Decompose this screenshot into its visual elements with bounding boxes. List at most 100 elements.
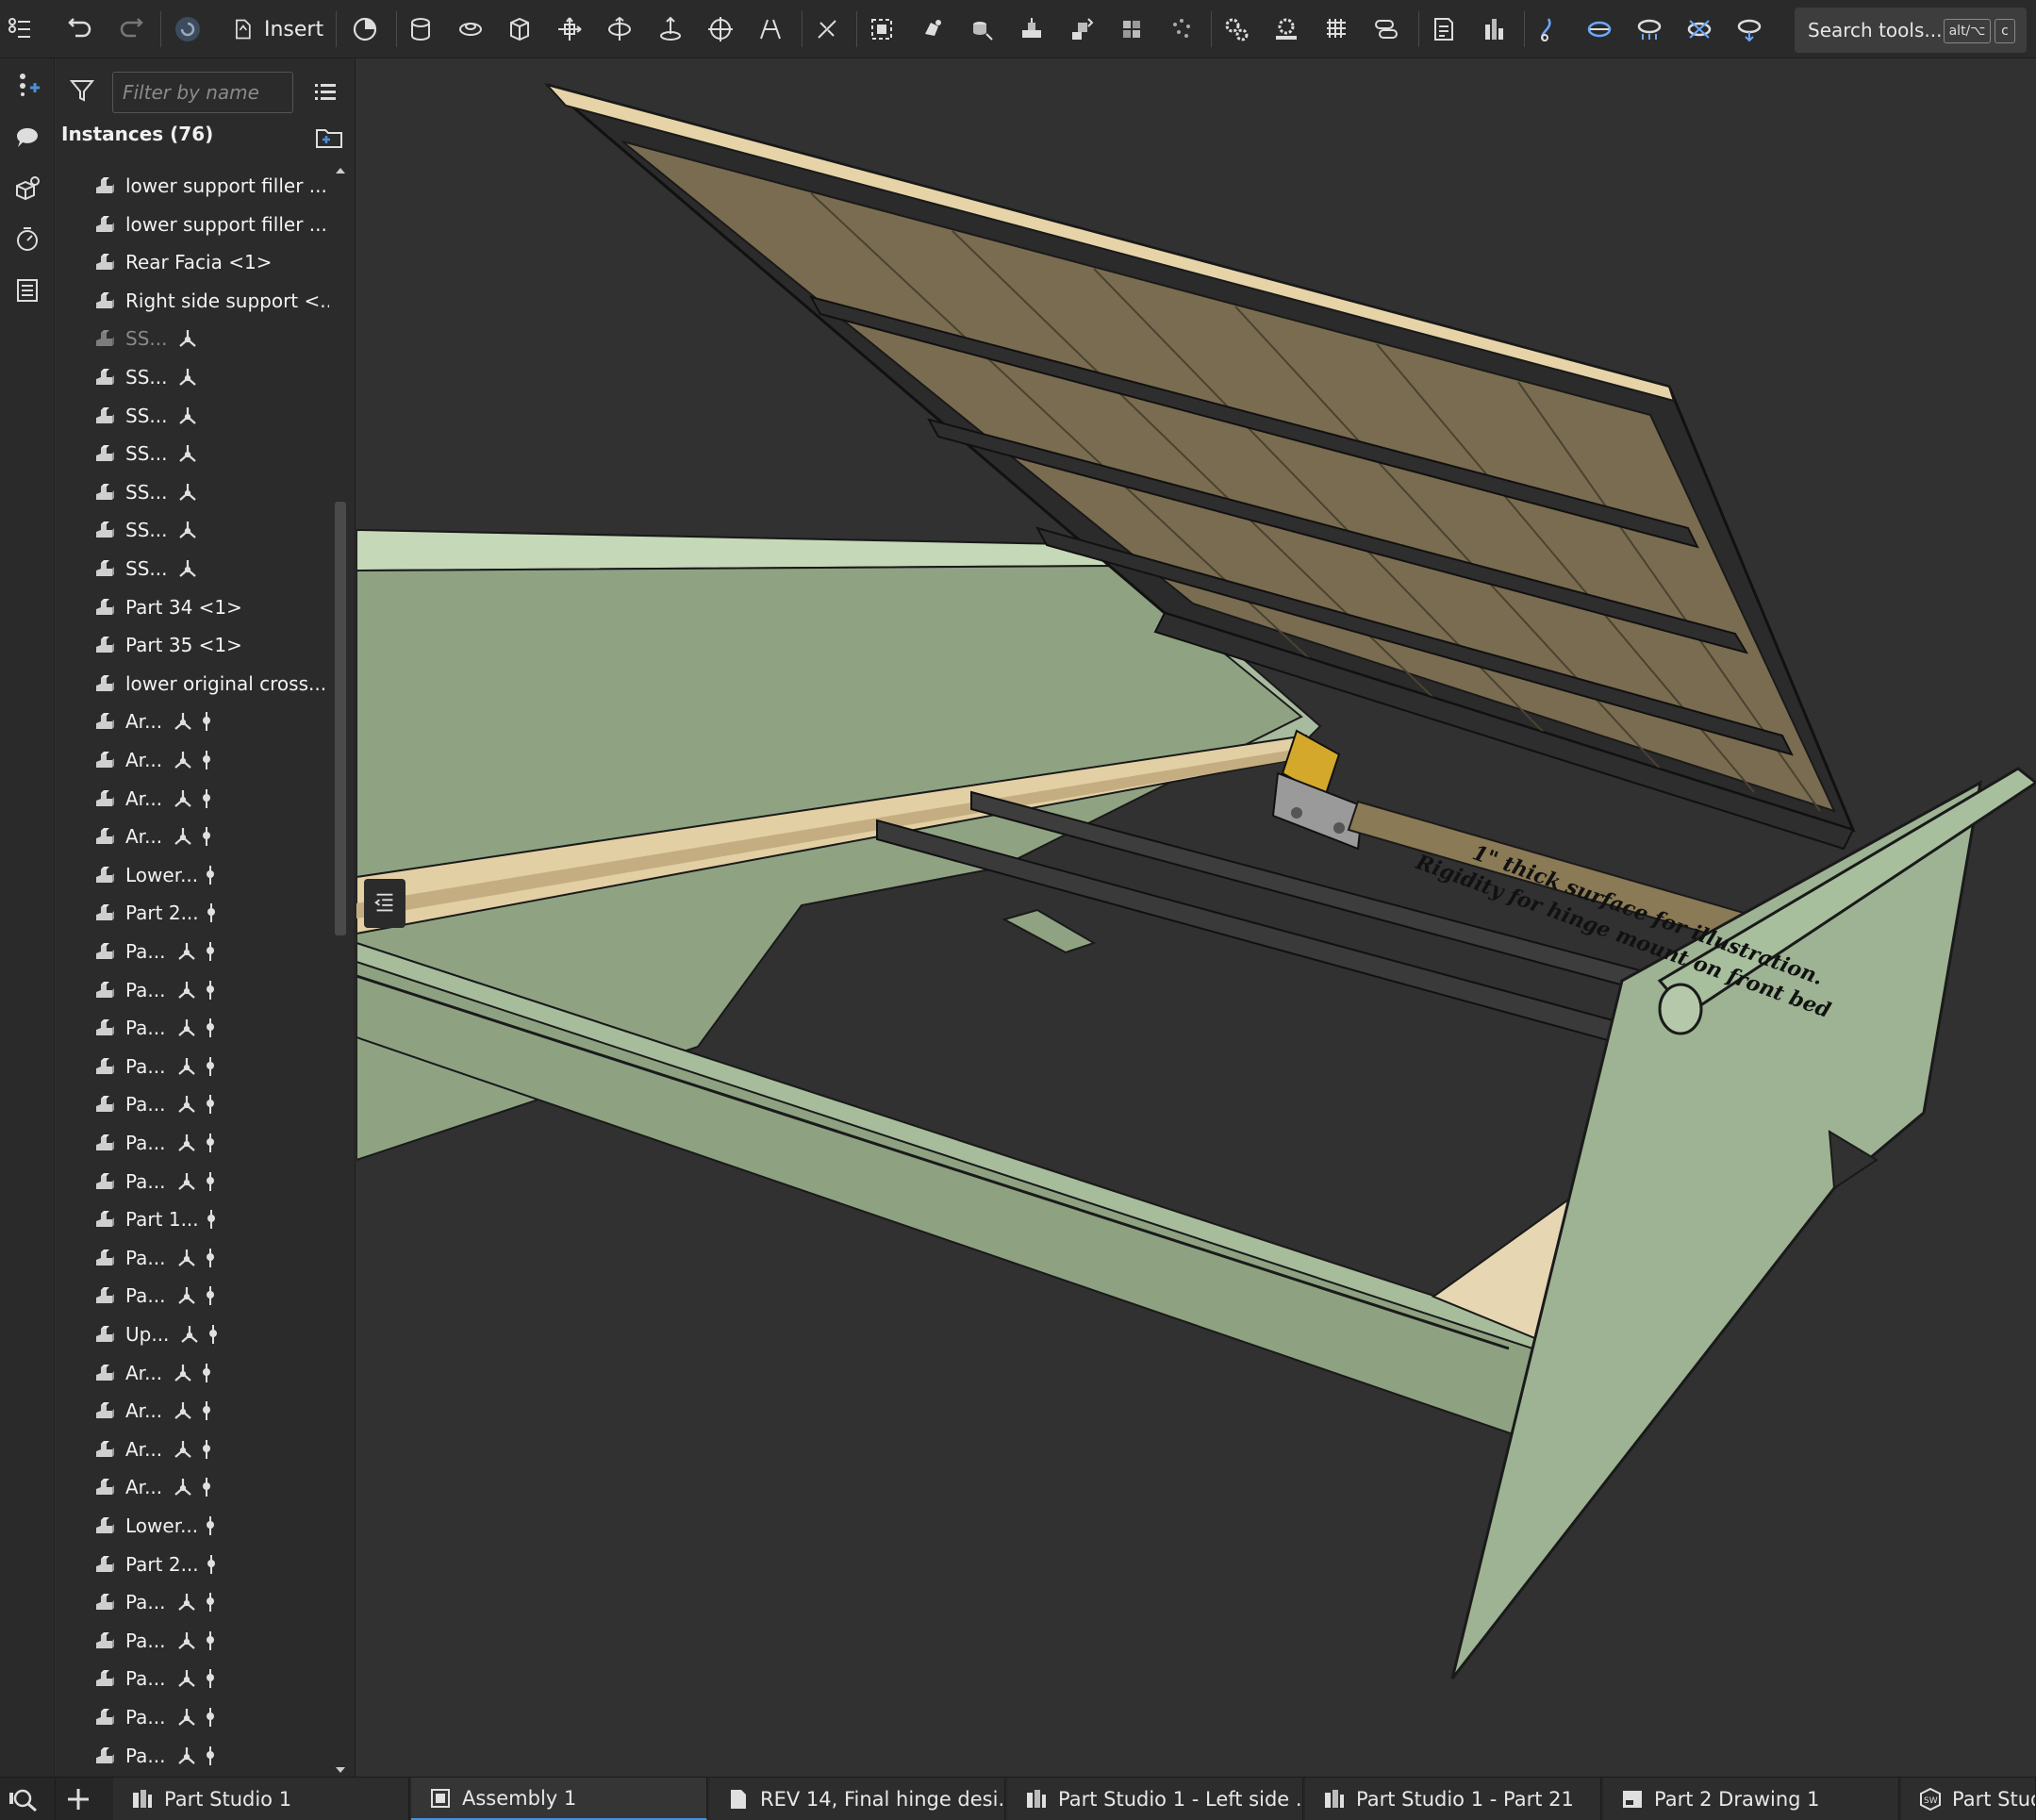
rack-pinion-icon[interactable] bbox=[1266, 9, 1306, 49]
instance-row[interactable]: SS... bbox=[93, 474, 329, 510]
instance-row[interactable]: Ar... bbox=[93, 781, 329, 817]
gear-relation-icon[interactable] bbox=[1217, 9, 1256, 49]
redo-icon[interactable] bbox=[111, 9, 151, 49]
pin-slot-mate-icon[interactable] bbox=[651, 9, 690, 49]
instance-row[interactable]: Ar... bbox=[93, 1469, 329, 1505]
search-tabs-icon[interactable] bbox=[8, 1785, 41, 1813]
instance-row[interactable]: SS... bbox=[93, 398, 329, 434]
visibility-icon[interactable] bbox=[1730, 9, 1769, 49]
instance-row[interactable]: SS... bbox=[93, 436, 329, 472]
instance-row[interactable]: SS... bbox=[93, 359, 329, 395]
mate-connector-icon[interactable] bbox=[1162, 9, 1201, 49]
loop-display-icon[interactable] bbox=[1630, 9, 1669, 49]
curve-icon[interactable] bbox=[1530, 9, 1569, 49]
regenerate-icon[interactable] bbox=[168, 9, 207, 49]
interference-icon[interactable] bbox=[1680, 9, 1719, 49]
linear-relation-icon[interactable] bbox=[1366, 9, 1406, 49]
scroll-down-arrow[interactable] bbox=[336, 1767, 345, 1773]
comments-icon[interactable] bbox=[8, 119, 46, 157]
scroll-thumb[interactable] bbox=[335, 502, 346, 935]
instance-row[interactable]: Right side support <... bbox=[93, 283, 329, 319]
ball-mate-icon[interactable] bbox=[701, 9, 740, 49]
add-tab-icon[interactable] bbox=[64, 1785, 92, 1813]
instance-row[interactable]: Pa... bbox=[93, 1010, 329, 1046]
instance-row[interactable]: Lower... bbox=[93, 1508, 329, 1544]
list-view-icon[interactable] bbox=[312, 79, 339, 106]
instance-row[interactable]: Pa... bbox=[93, 1164, 329, 1200]
instance-row[interactable]: Ar... bbox=[93, 703, 329, 739]
mass-properties-icon[interactable] bbox=[1474, 9, 1514, 49]
parts-library-icon[interactable] bbox=[8, 170, 46, 207]
instance-row[interactable]: Ar... bbox=[93, 1393, 329, 1429]
instance-row[interactable]: Pa... bbox=[93, 1699, 329, 1735]
parallel-mate-icon[interactable] bbox=[751, 9, 790, 49]
insert-mate-connector-icon[interactable] bbox=[8, 66, 46, 104]
search-tools-input[interactable]: Search tools... alt/⌥ c bbox=[1795, 8, 2027, 53]
ellipse-view-icon[interactable] bbox=[1580, 9, 1619, 49]
instance-row[interactable]: Pa... bbox=[93, 1278, 329, 1314]
instance-row[interactable]: Pa... bbox=[93, 1125, 329, 1161]
instance-row[interactable]: Ar... bbox=[93, 742, 329, 778]
instance-row[interactable]: Pa... bbox=[93, 972, 329, 1008]
feature-list-icon[interactable] bbox=[0, 9, 40, 49]
instance-row[interactable]: Pa... bbox=[93, 1584, 329, 1620]
instance-row[interactable]: Up... bbox=[93, 1316, 329, 1352]
tangent-mate-icon[interactable] bbox=[807, 9, 847, 49]
instance-row[interactable]: Part 2... bbox=[93, 1547, 329, 1582]
instance-row[interactable]: Ar... bbox=[93, 819, 329, 854]
mirror-icon[interactable] bbox=[1062, 9, 1101, 49]
graphics-viewport[interactable]: 1" thick surface for illustration. Rigid… bbox=[356, 58, 2036, 1777]
animation-icon[interactable] bbox=[8, 221, 46, 258]
document-tab[interactable]: REV 14, Final hinge desi... bbox=[709, 1778, 1005, 1820]
instance-row[interactable]: Part 1... bbox=[93, 1201, 329, 1237]
undo-icon[interactable] bbox=[60, 9, 100, 49]
instance-row[interactable]: Pa... bbox=[93, 1240, 329, 1276]
measure-icon[interactable] bbox=[1424, 9, 1464, 49]
instance-row[interactable]: Part 35 <1> bbox=[93, 627, 329, 663]
instance-row[interactable]: Pa... bbox=[93, 1623, 329, 1659]
document-tab[interactable]: Part Studio 1 - Part 21 bbox=[1305, 1778, 1601, 1820]
document-tab[interactable]: Part Studio 1 bbox=[113, 1778, 409, 1820]
bom-icon[interactable] bbox=[8, 272, 46, 309]
collapse-panel-button[interactable] bbox=[364, 879, 406, 928]
instance-row[interactable]: Pa... bbox=[93, 934, 329, 969]
instance-row[interactable]: Pa... bbox=[93, 1086, 329, 1122]
instance-row[interactable]: SS... bbox=[93, 321, 329, 356]
screw-relation-icon[interactable] bbox=[1316, 9, 1356, 49]
group-icon[interactable] bbox=[862, 9, 902, 49]
filter-icon[interactable] bbox=[69, 77, 95, 104]
instance-row[interactable]: Part 34 <1> bbox=[93, 589, 329, 625]
revolute-mate-icon[interactable] bbox=[451, 9, 490, 49]
instance-row[interactable]: lower original cross... bbox=[93, 666, 329, 702]
instance-row[interactable]: Lower... bbox=[93, 857, 329, 893]
instance-row[interactable]: SS... bbox=[93, 512, 329, 548]
instance-row[interactable]: Ar... bbox=[93, 1355, 329, 1391]
insert-button[interactable]: Insert bbox=[230, 11, 323, 47]
fastened-mate-icon[interactable] bbox=[401, 9, 440, 49]
instance-row[interactable]: Pa... bbox=[93, 1661, 329, 1696]
scroll-up-arrow[interactable] bbox=[336, 168, 345, 174]
instance-row[interactable]: lower support filler ... bbox=[93, 168, 329, 204]
document-tab[interactable]: Assembly 1 bbox=[411, 1778, 707, 1820]
instance-row[interactable]: SS... bbox=[93, 551, 329, 587]
circular-pattern-icon[interactable] bbox=[1012, 9, 1051, 49]
instance-row[interactable]: Pa... bbox=[93, 1738, 329, 1767]
replicate-icon[interactable] bbox=[912, 9, 952, 49]
filter-by-name-input[interactable] bbox=[112, 72, 293, 113]
explode-icon[interactable] bbox=[1112, 9, 1151, 49]
section-view-icon[interactable] bbox=[345, 9, 385, 49]
instance-scrollbar[interactable] bbox=[333, 164, 348, 1777]
instance-row[interactable]: Ar... bbox=[93, 1431, 329, 1467]
document-tab[interactable]: SW Part Studi bbox=[1901, 1778, 2036, 1820]
instance-row[interactable]: lower support filler ... bbox=[93, 207, 329, 242]
instance-row[interactable]: Pa... bbox=[93, 1049, 329, 1084]
linear-pattern-icon[interactable] bbox=[962, 9, 1001, 49]
slider-mate-icon[interactable] bbox=[500, 9, 539, 49]
cylindrical-mate-icon[interactable] bbox=[600, 9, 639, 49]
instance-row[interactable]: Part 2... bbox=[93, 895, 329, 931]
instance-row[interactable]: Rear Facia <1> bbox=[93, 244, 329, 280]
planar-mate-icon[interactable] bbox=[550, 9, 589, 49]
new-folder-icon[interactable] bbox=[314, 124, 344, 151]
document-tab[interactable]: Part Studio 1 - Left side ... bbox=[1007, 1778, 1303, 1820]
document-tab[interactable]: Part 2 Drawing 1 bbox=[1603, 1778, 1899, 1820]
